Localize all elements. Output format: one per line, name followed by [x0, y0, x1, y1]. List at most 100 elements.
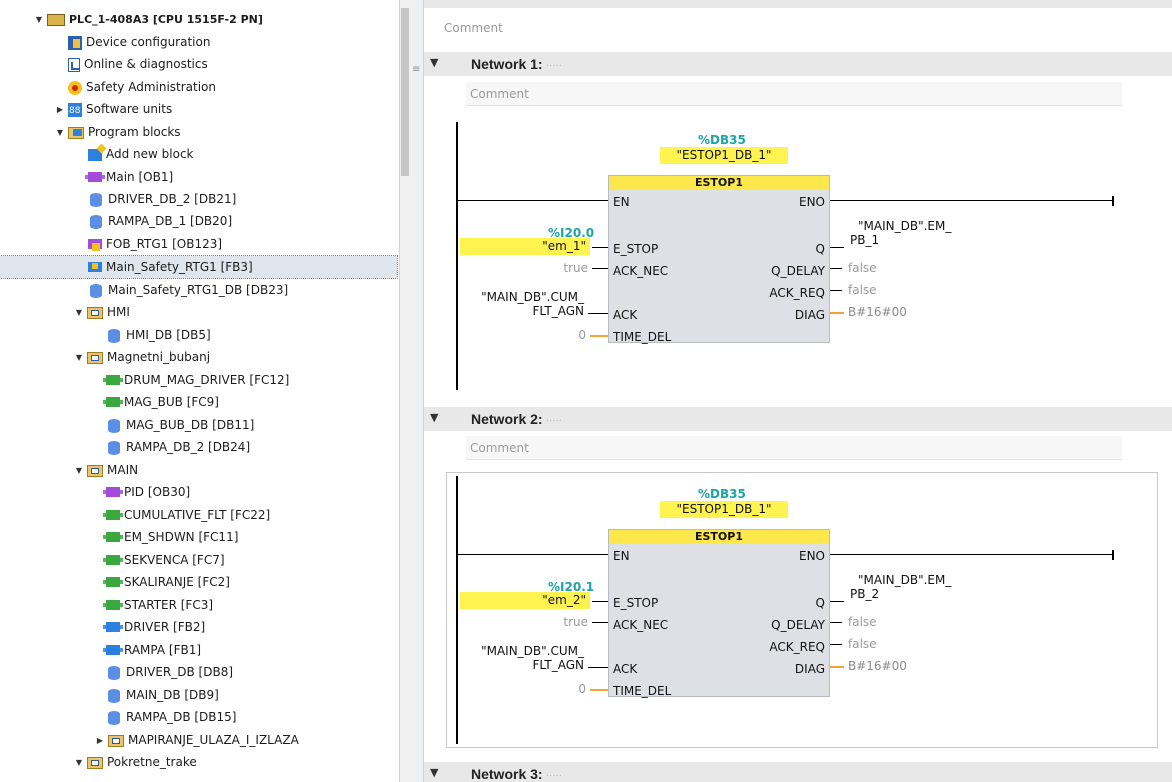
tree-item-magnetni-bubanj[interactable]: ▼ Magnetni_bubanj — [74, 346, 210, 368]
q-wire — [830, 247, 844, 248]
tree-item-label: Software units — [86, 102, 173, 116]
tree-item-main-db[interactable]: MAIN_DB [DB9] — [106, 684, 219, 706]
tree-item-hmi-db[interactable]: HMI_DB [DB5] — [106, 324, 211, 346]
tree-item-driver-db-2[interactable]: DRIVER_DB_2 [DB21] — [88, 188, 236, 210]
tree-item-software-units[interactable]: ▶ Software units — [55, 98, 173, 122]
network-title-comment[interactable]: ..... — [546, 58, 562, 69]
ack-variable-line1[interactable]: "MAIN_DB".CUM_ — [464, 290, 584, 304]
q-variable-line1[interactable]: "MAIN_DB".EM_ — [858, 219, 951, 233]
tree-item-main-safety-rtg1[interactable]: Main_Safety_RTG1 [FB3] — [0, 255, 398, 279]
tree-item-label: DRIVER_DB [DB8] — [126, 665, 234, 679]
tree-item-rampa-db-1[interactable]: RAMPA_DB_1 [DB20] — [88, 210, 232, 232]
tree-item-pid[interactable]: PID [OB30] — [103, 481, 190, 503]
instance-db-name[interactable]: "ESTOP1_DB_1" — [660, 501, 788, 518]
diag-value[interactable]: B#16#00 — [848, 659, 907, 673]
tree-item-safety-administration[interactable]: Safety Administration — [68, 76, 216, 98]
tree-item-plc[interactable]: ▼ PLC_1-408A3 [CPU 1515F-2 PN] — [34, 8, 263, 30]
estop-variable[interactable]: "em_2" — [460, 592, 590, 609]
tree-item-main-ob1[interactable]: Main [OB1] — [85, 166, 173, 188]
fb-icon — [103, 621, 123, 632]
block-name: ESTOP1 — [609, 176, 829, 190]
instance-db-address: %DB35 — [698, 487, 746, 501]
add-block-icon — [88, 148, 102, 161]
ack-variable-line2[interactable]: FLT_AGN — [464, 658, 584, 672]
tree-item-em-shdwn[interactable]: EM_SHDWN [FC11] — [103, 526, 238, 548]
collapse-arrow-icon[interactable]: ▼ — [430, 411, 438, 424]
network-comment[interactable]: Comment — [466, 436, 1122, 460]
tree-item-sekvenca[interactable]: SEKVENCA [FC7] — [103, 549, 225, 571]
tree-item-drum-mag-driver[interactable]: DRUM_MAG_DRIVER [FC12] — [103, 369, 289, 391]
group-folder-icon — [87, 464, 103, 477]
tree-item-online-diagnostics[interactable]: Online & diagnostics — [68, 53, 208, 75]
collapse-arrow-icon[interactable]: ▼ — [430, 56, 438, 69]
tree-item-main-group[interactable]: ▼ MAIN — [74, 459, 138, 481]
expand-arrow-icon[interactable]: ▼ — [55, 122, 65, 144]
estop1-block[interactable]: ESTOP1 EN E_STOP ACK_NEC ACK TIME_DEL EN… — [608, 529, 830, 698]
db-icon — [90, 192, 102, 207]
q-delay-value[interactable]: false — [848, 615, 877, 629]
tree-item-rampa-db-2[interactable]: RAMPA_DB_2 [DB24] — [106, 436, 250, 458]
pin-q: Q — [815, 242, 825, 256]
tree-item-pokretne-trake[interactable]: ▼ Pokretne_trake — [74, 751, 197, 773]
network-3-header[interactable]: ▼ Network 3: ..... — [424, 762, 1172, 782]
q-variable-line2[interactable]: PB_2 — [850, 587, 879, 601]
time-del-value[interactable]: 0 — [544, 328, 586, 342]
instance-db-name[interactable]: "ESTOP1_DB_1" — [660, 147, 788, 164]
tree-item-mag-bub[interactable]: MAG_BUB [FC9] — [103, 391, 219, 413]
q-variable-line1[interactable]: "MAIN_DB".EM_ — [858, 573, 951, 587]
time-del-value[interactable]: 0 — [544, 682, 586, 696]
tree-item-driver-fb[interactable]: DRIVER [FB2] — [103, 616, 205, 638]
tree-item-rampa-fb[interactable]: RAMPA [FB1] — [103, 639, 201, 661]
pin-diag: DIAG — [794, 662, 825, 676]
expand-arrow-icon[interactable]: ▼ — [74, 752, 84, 774]
expand-arrow-icon[interactable]: ▼ — [34, 9, 44, 31]
tree-item-cumulative-flt[interactable]: CUMULATIVE_FLT [FC22] — [103, 504, 270, 526]
expand-arrow-icon[interactable]: ▶ — [55, 99, 65, 121]
network-1-header[interactable]: ▼ Network 1: ..... — [424, 52, 1172, 76]
tree-item-label: Device configuration — [86, 35, 211, 49]
network-comment[interactable]: Comment — [466, 82, 1122, 106]
software-units-icon — [68, 100, 82, 122]
expand-arrow-icon[interactable]: ▼ — [74, 460, 84, 482]
tree-item-label: Add new block — [106, 147, 194, 161]
collapse-arrow-icon[interactable]: ▼ — [430, 766, 438, 779]
tree-item-add-new-block[interactable]: Add new block — [88, 143, 194, 165]
ack-variable-line1[interactable]: "MAIN_DB".CUM_ — [464, 644, 584, 658]
expand-arrow-icon[interactable]: ▼ — [74, 347, 84, 369]
db-icon — [108, 328, 120, 343]
tree-scrollbar-thumb[interactable] — [401, 8, 409, 176]
ack-nec-value[interactable]: true — [544, 615, 588, 629]
tree-item-skaliranje[interactable]: SKALIRANJE [FC2] — [103, 571, 230, 593]
network-2-header[interactable]: ▼ Network 2: ..... — [424, 407, 1172, 431]
ack-variable-line2[interactable]: FLT_AGN — [464, 304, 584, 318]
splitter[interactable] — [411, 0, 424, 782]
expand-arrow-icon[interactable]: ▶ — [95, 730, 105, 752]
network-title: Network 1: — [471, 56, 543, 72]
q-variable-line2[interactable]: PB_1 — [850, 233, 879, 247]
tree-item-mapiranje[interactable]: ▶ MAPIRANJE_ULAZA_I_IZLAZA — [95, 729, 299, 751]
folder-icon — [68, 126, 84, 139]
tree-item-driver-db[interactable]: DRIVER_DB [DB8] — [106, 661, 233, 683]
diag-value[interactable]: B#16#00 — [848, 305, 907, 319]
tree-item-hmi[interactable]: ▼ HMI — [74, 301, 130, 323]
expand-arrow-icon[interactable]: ▼ — [74, 302, 84, 324]
pin-ack: ACK — [613, 662, 638, 676]
ack-req-value[interactable]: false — [848, 637, 877, 651]
tree-item-main-safety-rtg1-db[interactable]: Main_Safety_RTG1_DB [DB23] — [88, 279, 288, 301]
tree-item-starter[interactable]: STARTER [FC3] — [103, 594, 213, 616]
tree-item-rampa-db[interactable]: RAMPA_DB [DB15] — [106, 706, 236, 728]
splitter-grip-icon[interactable]: ≡ — [412, 64, 420, 75]
estop-variable[interactable]: "em_1" — [460, 238, 590, 255]
tree-item-program-blocks[interactable]: ▼ Program blocks — [55, 121, 181, 143]
network-title-comment[interactable]: ..... — [546, 413, 562, 424]
ack-nec-value[interactable]: true — [544, 261, 588, 275]
network-title-comment[interactable]: ..... — [546, 768, 562, 779]
tree-item-label: RAMPA_DB_1 [DB20] — [108, 214, 233, 228]
tree-item-device-configuration[interactable]: Device configuration — [68, 31, 210, 53]
tree-item-fob-rtg1[interactable]: FOB_RTG1 [OB123] — [88, 233, 222, 255]
q-delay-value[interactable]: false — [848, 261, 877, 275]
ack-req-value[interactable]: false — [848, 283, 877, 297]
block-comment[interactable]: Comment — [440, 16, 1172, 40]
estop1-block[interactable]: ESTOP1 EN E_STOP ACK_NEC ACK TIME_DEL EN… — [608, 175, 830, 344]
tree-item-mag-bub-db[interactable]: MAG_BUB_DB [DB11] — [106, 414, 254, 436]
